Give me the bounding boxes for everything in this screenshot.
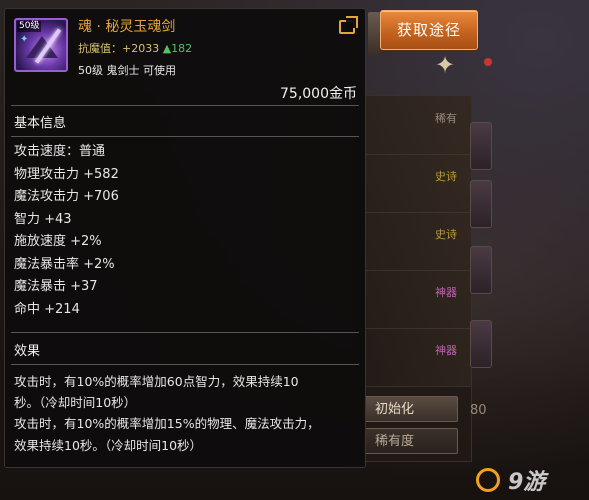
class-requirement: 50级 鬼剑士 可使用	[78, 64, 176, 77]
divider	[11, 364, 359, 365]
rarity-tag: 稀有	[435, 112, 457, 125]
effect-line: 秒。（冷却时间10秒）	[14, 395, 137, 410]
logo-ring-icon	[476, 468, 500, 492]
resist-bonus: ▲182	[162, 42, 193, 55]
item-thumbnail[interactable]	[470, 246, 492, 294]
sparkle-icon: ✦	[434, 51, 456, 79]
section-effect: 效果	[14, 344, 41, 359]
item-thumbnail[interactable]	[470, 122, 492, 170]
divider	[11, 332, 359, 333]
item-thumbnail[interactable]	[470, 320, 492, 368]
divider	[11, 105, 359, 106]
rarity-tag: 神器	[435, 344, 457, 357]
watermark-text: 9游	[508, 470, 546, 495]
list-item[interactable]: 神器	[353, 328, 471, 387]
list-item[interactable]: 神器	[353, 270, 471, 329]
list-item[interactable]: 史诗	[353, 154, 471, 213]
level-badge: 50级	[17, 21, 42, 32]
divider	[11, 136, 359, 137]
rarity-tag: 史诗	[435, 170, 457, 183]
share-icon[interactable]	[339, 16, 358, 34]
stat-line: 物理攻击力 +582	[14, 167, 119, 182]
resist-row: 抗魔值：+2033 ▲182	[78, 42, 192, 56]
item-thumbnail[interactable]	[470, 180, 492, 228]
list-item[interactable]: 史诗	[353, 212, 471, 271]
background-item-edge	[368, 12, 380, 56]
gem-icon: ✦	[20, 34, 29, 45]
stat-line: 魔法暴击率 +2%	[14, 257, 115, 272]
item-icon: 50级 ✦	[14, 18, 68, 72]
effect-line: 攻击时，有10%的概率增加60点智力，效果持续10	[14, 374, 299, 389]
item-name: 魂 · 秘灵玉魂剑	[78, 19, 176, 35]
item-tooltip: 50级 ✦ 魂 · 秘灵玉魂剑 抗魔值：+2033 ▲182 50级 鬼剑士 可…	[4, 8, 366, 468]
tab-initialize[interactable]: 初始化	[364, 396, 458, 422]
rarity-tag: 史诗	[435, 228, 457, 241]
section-basic-info: 基本信息	[14, 116, 67, 131]
stat-line: 施放速度 +2%	[14, 234, 102, 249]
list-item[interactable]: 稀有	[353, 96, 471, 155]
resist-value: +2033	[122, 42, 160, 55]
resist-label: 抗魔值：	[78, 42, 122, 55]
stat-line: 智力 +43	[14, 212, 72, 227]
stat-line: 命中 +214	[14, 302, 80, 317]
effect-line: 攻击时，有10%的概率增加15%的物理、魔法攻击力，	[14, 416, 320, 431]
rarity-tag: 神器	[435, 286, 457, 299]
item-price: 75,000金币	[280, 86, 357, 102]
stat-line: 魔法攻击力 +706	[14, 189, 119, 204]
notification-dot	[484, 58, 492, 66]
tab-number: 80	[470, 403, 487, 418]
stat-line: 攻击速度：普通	[14, 144, 106, 159]
watermark-logo: 9游	[476, 466, 546, 495]
effect-line: 效果持续10秒。（冷却时间10秒）	[14, 438, 203, 453]
tab-rarity[interactable]: 稀有度	[364, 428, 458, 454]
acquire-route-button[interactable]: 获取途径	[380, 10, 478, 50]
stat-line: 魔法暴击 +37	[14, 279, 98, 294]
